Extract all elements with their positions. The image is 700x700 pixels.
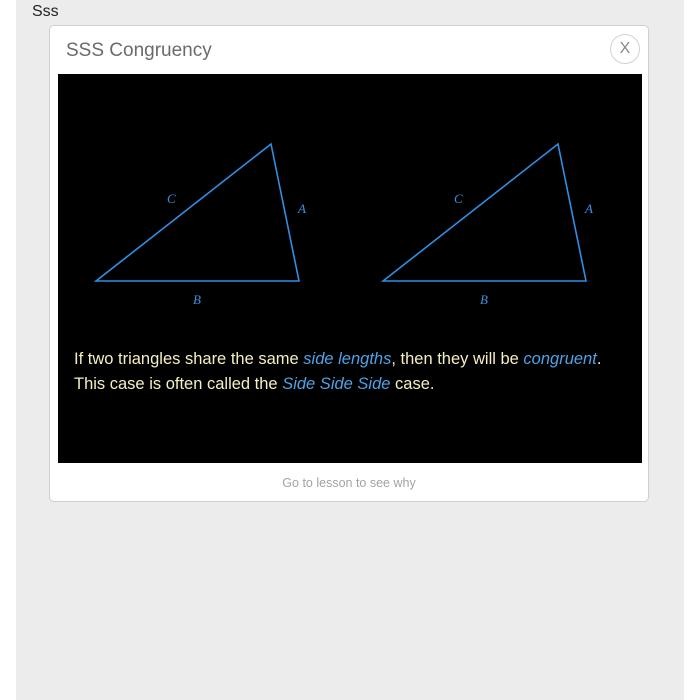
modal-title: SSS Congruency (66, 40, 212, 61)
page-label: Sss (32, 3, 59, 20)
triangle-2 (380, 142, 587, 282)
go-to-lesson-link[interactable]: Go to lesson to see why (50, 476, 648, 490)
explanation-line-1: If two triangles share the same side len… (74, 347, 634, 372)
explanation-text-segment: , then they will be (391, 350, 524, 368)
triangle-1-label-c: C (167, 191, 176, 206)
highlight-side-lengths: side lengths (303, 350, 392, 368)
triangle-2-label-a: A (584, 201, 593, 216)
highlight-congruent: congruent (523, 350, 597, 368)
explanation-text-segment: This case is often called the (74, 375, 283, 393)
close-button[interactable]: X (610, 34, 640, 64)
triangle-1 (93, 142, 300, 282)
triangle-diagram: C A B C A B If two triangles share the s… (58, 74, 642, 463)
explanation-text-segment: case. (390, 375, 435, 393)
triangle-1-label-a: A (297, 201, 306, 216)
explanation-text: If two triangles share the same side len… (74, 347, 634, 397)
explanation-text-segment: If two triangles share the same (74, 350, 304, 368)
triangle-2-label-c: C (454, 191, 463, 206)
triangles-canvas: C A B C A B (93, 142, 593, 307)
highlight-side-side-side: Side Side Side (282, 375, 391, 393)
triangle-2-label-b: B (480, 292, 488, 307)
triangle-1-label-b: B (193, 292, 201, 307)
sss-congruency-modal: SSS Congruency X C A B C A B If two tria… (49, 25, 649, 502)
explanation-text-segment: . (596, 350, 602, 368)
explanation-line-2: This case is often called the Side Side … (74, 372, 634, 397)
